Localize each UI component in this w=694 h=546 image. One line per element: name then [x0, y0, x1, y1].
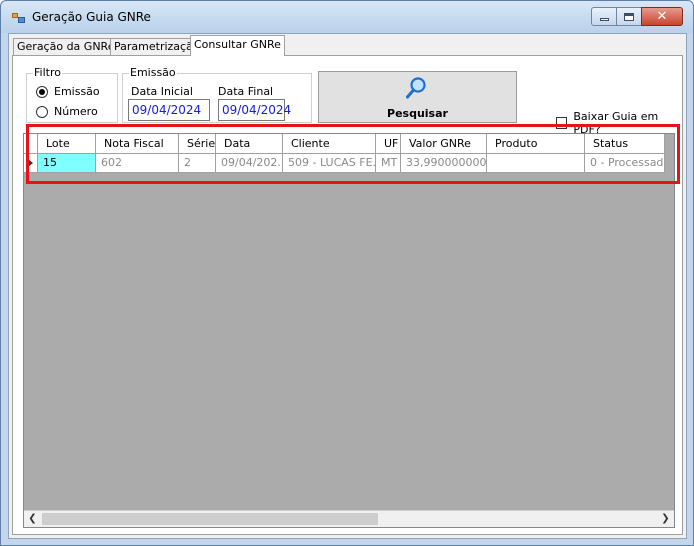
close-icon: ✕ — [656, 9, 668, 24]
horizontal-scrollbar[interactable]: ❮ ❯ — [24, 510, 674, 527]
start-date-label: Data Inicial — [131, 85, 193, 98]
cell-status[interactable]: 0 - Processada — [585, 154, 665, 173]
magnifier-icon — [406, 77, 426, 99]
filter-group: Filtro Emissão Número — [26, 66, 118, 123]
emission-group-label: Emissão — [129, 66, 177, 79]
maximize-button[interactable] — [616, 7, 642, 26]
maximize-icon — [624, 12, 634, 21]
cell-serie[interactable]: 2 — [179, 154, 216, 173]
column-header-produto[interactable]: Produto — [487, 134, 585, 154]
row-header-corner — [24, 134, 38, 154]
cell-nota-fiscal[interactable]: 602 — [96, 154, 179, 173]
cell-produto[interactable] — [487, 154, 585, 173]
application-window: Geração Guia GNRe ✕ Geração da GNRe Para… — [0, 0, 694, 546]
column-header-status[interactable]: Status — [585, 134, 665, 154]
table-row[interactable]: 15 602 2 09/04/202... 509 - LUCAS FE... … — [24, 154, 665, 173]
column-header-cliente[interactable]: Cliente — [283, 134, 376, 154]
minimize-button[interactable] — [591, 7, 617, 26]
scrollbar-thumb[interactable] — [42, 513, 378, 525]
radio-numero-dot[interactable] — [36, 105, 48, 118]
filter-group-label: Filtro — [33, 66, 62, 79]
grid-header: Lote Nota Fiscal Série Data Cliente UF V… — [24, 134, 665, 154]
column-header-uf[interactable]: UF — [376, 134, 401, 154]
results-grid[interactable]: Lote Nota Fiscal Série Data Cliente UF V… — [23, 133, 675, 528]
cell-cliente[interactable]: 509 - LUCAS FE... — [283, 154, 376, 173]
column-header-lote[interactable]: Lote — [38, 134, 96, 154]
consultar-gnre-panel: Filtro Emissão Número Emissão Data Inici… — [12, 55, 683, 535]
search-button-label: Pesquisar — [387, 107, 448, 120]
tab-consultar-gnre[interactable]: Consultar GNRe — [190, 35, 285, 56]
cell-lote[interactable]: 15 — [38, 154, 96, 173]
emission-group: Emissão Data Inicial 09/04/2024 Data Fin… — [122, 66, 312, 123]
radio-emissao[interactable]: Emissão — [36, 85, 100, 98]
row-header[interactable] — [24, 154, 38, 173]
start-date-input[interactable]: 09/04/2024 — [128, 99, 210, 121]
cell-data[interactable]: 09/04/202... — [216, 154, 283, 173]
title-bar[interactable]: Geração Guia GNRe ✕ — [1, 1, 693, 33]
radio-numero[interactable]: Número — [36, 105, 98, 118]
column-header-valor-gnre[interactable]: Valor GNRe — [401, 134, 487, 154]
radio-emissao-dot[interactable] — [36, 85, 48, 98]
cell-valor-gnre[interactable]: 33,9900000000 — [401, 154, 487, 173]
client-area: Geração da GNRe Parametrização Consultar… — [8, 33, 687, 539]
window-title: Geração Guia GNRe — [32, 10, 151, 24]
app-icon — [12, 13, 26, 25]
pdf-checkbox[interactable] — [556, 117, 568, 129]
window-controls: ✕ — [591, 7, 683, 27]
search-button[interactable]: Pesquisar — [318, 71, 517, 123]
scroll-right-icon[interactable]: ❯ — [657, 511, 674, 527]
minimize-icon — [599, 18, 609, 21]
cell-uf[interactable]: MT — [376, 154, 401, 173]
end-date-input[interactable]: 09/04/2024 — [218, 99, 291, 121]
column-header-serie[interactable]: Série — [179, 134, 216, 154]
radio-emissao-label: Emissão — [54, 85, 100, 98]
close-button[interactable]: ✕ — [641, 7, 683, 26]
end-date-label: Data Final — [218, 85, 274, 98]
radio-numero-label: Número — [54, 105, 98, 118]
current-row-arrow-icon — [28, 159, 33, 167]
tab-geracao-gnre[interactable]: Geração da GNRe — [13, 38, 119, 56]
column-header-nota-fiscal[interactable]: Nota Fiscal — [96, 134, 179, 154]
scroll-left-icon[interactable]: ❮ — [24, 511, 41, 527]
column-header-data[interactable]: Data — [216, 134, 283, 154]
